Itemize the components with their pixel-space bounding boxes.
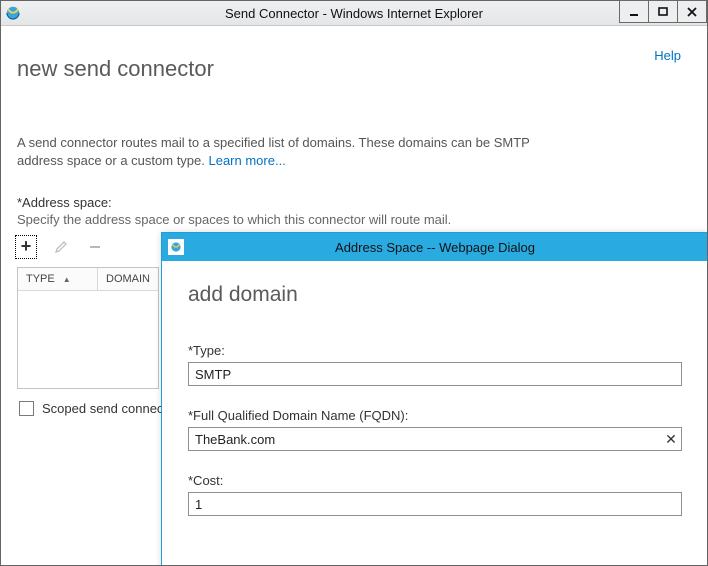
add-domain-dialog: Address Space -- Webpage Dialog add doma… <box>161 232 707 565</box>
col-type-label: TYPE <box>26 273 55 285</box>
learn-more-link[interactable]: Learn more... <box>208 153 285 168</box>
cost-input[interactable] <box>188 492 682 516</box>
type-input[interactable] <box>188 362 682 386</box>
fqdn-input[interactable] <box>188 427 682 451</box>
ie-titlebar: Send Connector - Windows Internet Explor… <box>1 1 707 26</box>
clear-fqdn-icon[interactable]: ✕ <box>660 427 682 451</box>
content-pane: Help new send connector A send connector… <box>1 26 707 565</box>
edit-button[interactable] <box>51 237 71 257</box>
cost-label: *Cost: <box>188 473 682 488</box>
add-button[interactable]: + <box>15 235 37 259</box>
table-header: TYPE ▲ DOMAIN <box>18 268 158 291</box>
type-label: *Type: <box>188 343 682 358</box>
window-title: Send Connector - Windows Internet Explor… <box>225 6 483 21</box>
address-space-sub: Specify the address space or spaces to w… <box>17 212 707 227</box>
field-type: *Type: <box>188 343 682 386</box>
scoped-send-connector-checkbox[interactable] <box>19 401 34 416</box>
field-cost: *Cost: <box>188 473 682 516</box>
window-controls <box>619 0 707 21</box>
page-title: new send connector <box>17 56 707 82</box>
close-button[interactable] <box>678 0 707 23</box>
address-space-label: *Address space: <box>17 195 707 210</box>
dialog-ie-icon <box>168 239 184 255</box>
scoped-send-connector-label: Scoped send connector <box>42 401 179 416</box>
fqdn-label: *Full Qualified Domain Name (FQDN): <box>188 408 682 423</box>
dialog-titlebar: Address Space -- Webpage Dialog <box>162 233 707 261</box>
maximize-button[interactable] <box>649 0 678 23</box>
remove-button[interactable] <box>85 237 105 257</box>
col-domain-label: DOMAIN <box>106 273 150 285</box>
help-link[interactable]: Help <box>654 48 681 63</box>
page-description: A send connector routes mail to a specif… <box>17 134 577 169</box>
dialog-heading: add domain <box>188 283 682 307</box>
ie-window: Send Connector - Windows Internet Explor… <box>0 0 708 566</box>
ie-icon <box>5 5 21 21</box>
dialog-title: Address Space -- Webpage Dialog <box>335 240 535 255</box>
dialog-body: add domain *Type: *Full Qualified Domain… <box>162 261 707 516</box>
column-header-domain[interactable]: DOMAIN <box>98 268 158 290</box>
sort-indicator-icon: ▲ <box>63 275 71 284</box>
address-space-table: TYPE ▲ DOMAIN <box>17 267 159 389</box>
column-header-type[interactable]: TYPE ▲ <box>18 268 98 290</box>
minimize-button[interactable] <box>619 0 649 23</box>
field-fqdn: *Full Qualified Domain Name (FQDN): ✕ <box>188 408 682 451</box>
